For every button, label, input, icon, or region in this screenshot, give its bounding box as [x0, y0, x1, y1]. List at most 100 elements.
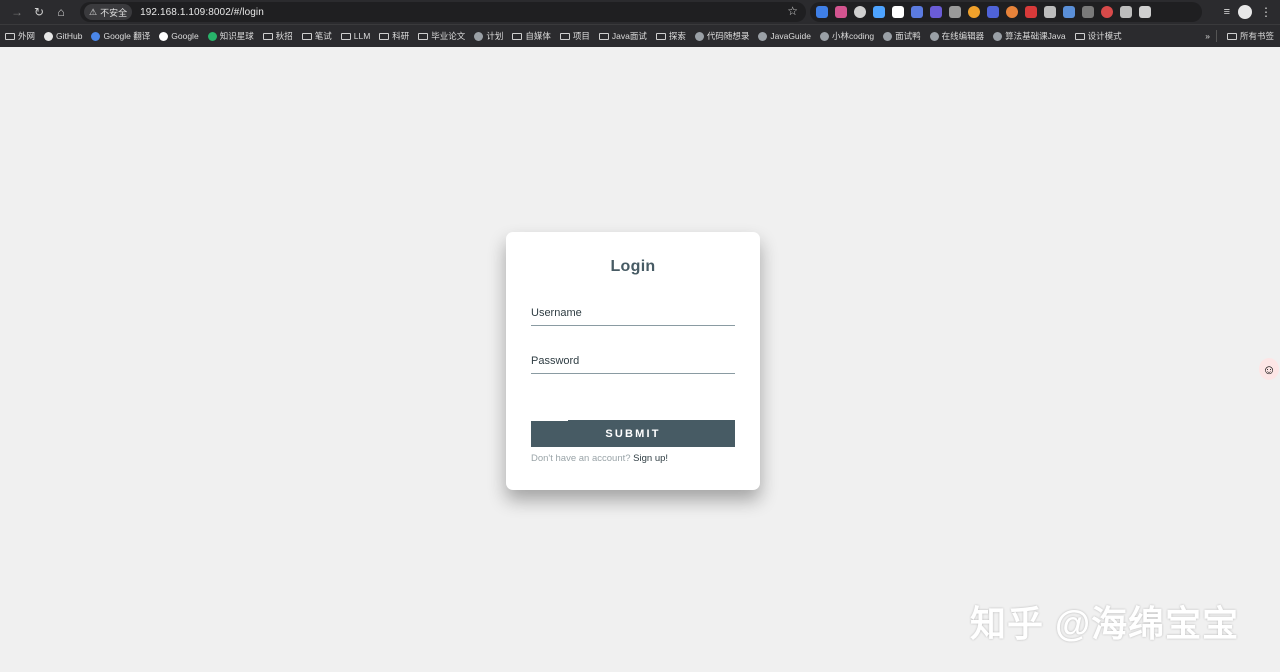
warning-icon: ⚠ — [89, 6, 98, 17]
bookmark-item[interactable]: 笔试 — [301, 30, 332, 42]
bookmark-item[interactable]: 计划 — [474, 30, 503, 42]
security-chip[interactable]: ⚠ 不安全 — [84, 4, 133, 20]
extension-icon[interactable] — [930, 6, 942, 18]
bookmark-item[interactable]: GitHub — [44, 31, 82, 41]
extensions-strip — [810, 2, 1202, 22]
extension-icon[interactable] — [1044, 6, 1056, 18]
site-icon — [694, 31, 704, 41]
bookmark-label: JavaGuide — [770, 31, 811, 41]
signup-link[interactable]: Sign up! — [633, 453, 668, 464]
password-input[interactable] — [531, 351, 735, 367]
extension-icon[interactable] — [873, 6, 885, 18]
reading-list-icon[interactable]: ≡ — [1224, 6, 1230, 18]
puzzle-icon[interactable] — [1139, 6, 1151, 18]
bookmark-item[interactable]: JavaGuide — [758, 31, 811, 41]
password-field — [531, 351, 735, 374]
bookmark-item[interactable]: 面试鸭 — [883, 30, 921, 42]
bookmark-label: GitHub — [56, 31, 83, 41]
bookmark-label: 在线编辑器 — [941, 31, 985, 41]
bookmark-label: 外网 — [18, 31, 36, 41]
extension-icon[interactable] — [854, 6, 866, 18]
bookmark-item[interactable]: 在线编辑器 — [929, 30, 985, 42]
translate-ext-icon[interactable] — [816, 6, 828, 18]
submit-button[interactable]: SUBMIT — [531, 420, 735, 447]
floating-avatar-icon[interactable]: ☺ — [1259, 358, 1279, 380]
all-bookmarks-button[interactable]: 所有书签 — [1226, 30, 1274, 42]
security-label: 不安全 — [100, 7, 128, 18]
planet-icon — [207, 31, 217, 41]
extension-icon[interactable] — [911, 6, 923, 18]
google-icon — [159, 31, 169, 41]
bookmark-label: 知识星球 — [219, 31, 254, 41]
bookmark-label: 小林coding — [832, 31, 875, 41]
bookmark-item[interactable]: Google 翻译 — [91, 30, 150, 42]
extension-icon[interactable] — [1006, 6, 1018, 18]
site-icon — [820, 31, 829, 41]
folder-icon — [5, 32, 15, 40]
home-icon[interactable]: ⌂ — [50, 1, 72, 23]
extension-icon[interactable] — [1025, 6, 1037, 18]
extension-icon[interactable] — [1063, 6, 1075, 18]
site-icon — [993, 31, 1003, 41]
folder-icon — [340, 32, 351, 40]
bookmark-item[interactable]: LLM — [340, 31, 371, 41]
bookmark-item[interactable]: 自媒体 — [512, 30, 551, 42]
extension-icon[interactable] — [1082, 6, 1094, 18]
profile-avatar[interactable] — [1238, 5, 1252, 19]
folder-icon — [655, 32, 666, 40]
bookmark-label: 科研 — [392, 31, 410, 41]
bookmarks-bar: 外网 GitHub Google 翻译 Google 知识星球 秋招 笔试 LLM 科研 毕业论文… — [0, 24, 1280, 47]
bookmark-item[interactable]: 设计模式 — [1074, 30, 1122, 42]
bookmarks-overflow-button[interactable]: » — [1205, 31, 1210, 41]
extension-icon[interactable] — [968, 6, 980, 18]
bookmark-item[interactable]: 毕业论文 — [418, 30, 465, 42]
address-bar[interactable]: ⚠ 不安全 192.168.1.109:8002/#/login ☆ — [80, 2, 806, 22]
bookmark-item[interactable]: 科研 — [379, 30, 409, 42]
bookmark-item[interactable]: 项目 — [559, 30, 590, 42]
bookmark-label: 自媒体 — [525, 31, 551, 41]
bookmarks-right: » 所有书签 — [1205, 25, 1274, 47]
menu-icon[interactable]: ⋮ — [1260, 5, 1272, 19]
signup-prompt: Don't have an account? — [531, 453, 631, 464]
star-icon[interactable]: ☆ — [787, 4, 798, 18]
url-text[interactable]: 192.168.1.109:8002/#/login — [140, 7, 264, 18]
bookmark-item[interactable]: 小林coding — [820, 30, 874, 42]
extension-icon[interactable] — [1101, 6, 1113, 18]
extension-icon[interactable] — [892, 6, 904, 18]
bookmark-item[interactable]: 外网 — [5, 30, 35, 42]
watermark: 知乎 @海绵宝宝 — [970, 603, 1240, 644]
arrow-left-icon[interactable]: → — [6, 1, 28, 23]
bookmark-item[interactable]: 秋招 — [262, 30, 293, 42]
bookmark-item[interactable]: Java面试 — [598, 30, 647, 42]
folder-icon — [512, 32, 523, 40]
bookmark-item[interactable]: 算法基础课Java — [993, 30, 1066, 42]
all-bookmarks-label: 所有书签 — [1239, 31, 1274, 41]
extension-icon[interactable] — [1120, 6, 1132, 18]
folder-icon — [262, 32, 273, 40]
bookmark-label: 项目 — [572, 31, 590, 41]
folder-icon — [559, 32, 570, 40]
username-input[interactable] — [531, 303, 735, 319]
login-title: Login — [610, 258, 656, 275]
bookmark-label: 探索 — [668, 31, 686, 41]
bookmark-item[interactable]: 知识星球 — [207, 30, 254, 42]
bookmark-label: 毕业论文 — [431, 31, 466, 41]
extension-icon[interactable] — [987, 6, 999, 18]
extension-icon[interactable] — [949, 6, 961, 18]
bookmark-label: Google 翻译 — [103, 31, 151, 41]
bookmark-item[interactable]: Google — [159, 31, 199, 41]
submit-button-notch — [531, 418, 568, 421]
bookmark-label: LLM — [353, 31, 371, 41]
folder-icon — [379, 32, 390, 40]
bing-ext-icon[interactable] — [835, 6, 847, 18]
site-icon — [758, 31, 768, 41]
folder-icon — [1074, 32, 1085, 40]
reload-icon[interactable]: ↻ — [28, 1, 50, 23]
bookmark-item[interactable]: 探索 — [655, 30, 686, 42]
bookmark-label: 代码随想录 — [706, 31, 750, 41]
bookmark-label: 设计模式 — [1087, 31, 1122, 41]
bookmark-item[interactable]: 代码随想录 — [694, 30, 750, 42]
bookmark-label: 算法基础课Java — [1005, 31, 1066, 41]
username-field — [531, 303, 735, 326]
google-translate-icon — [91, 31, 101, 41]
